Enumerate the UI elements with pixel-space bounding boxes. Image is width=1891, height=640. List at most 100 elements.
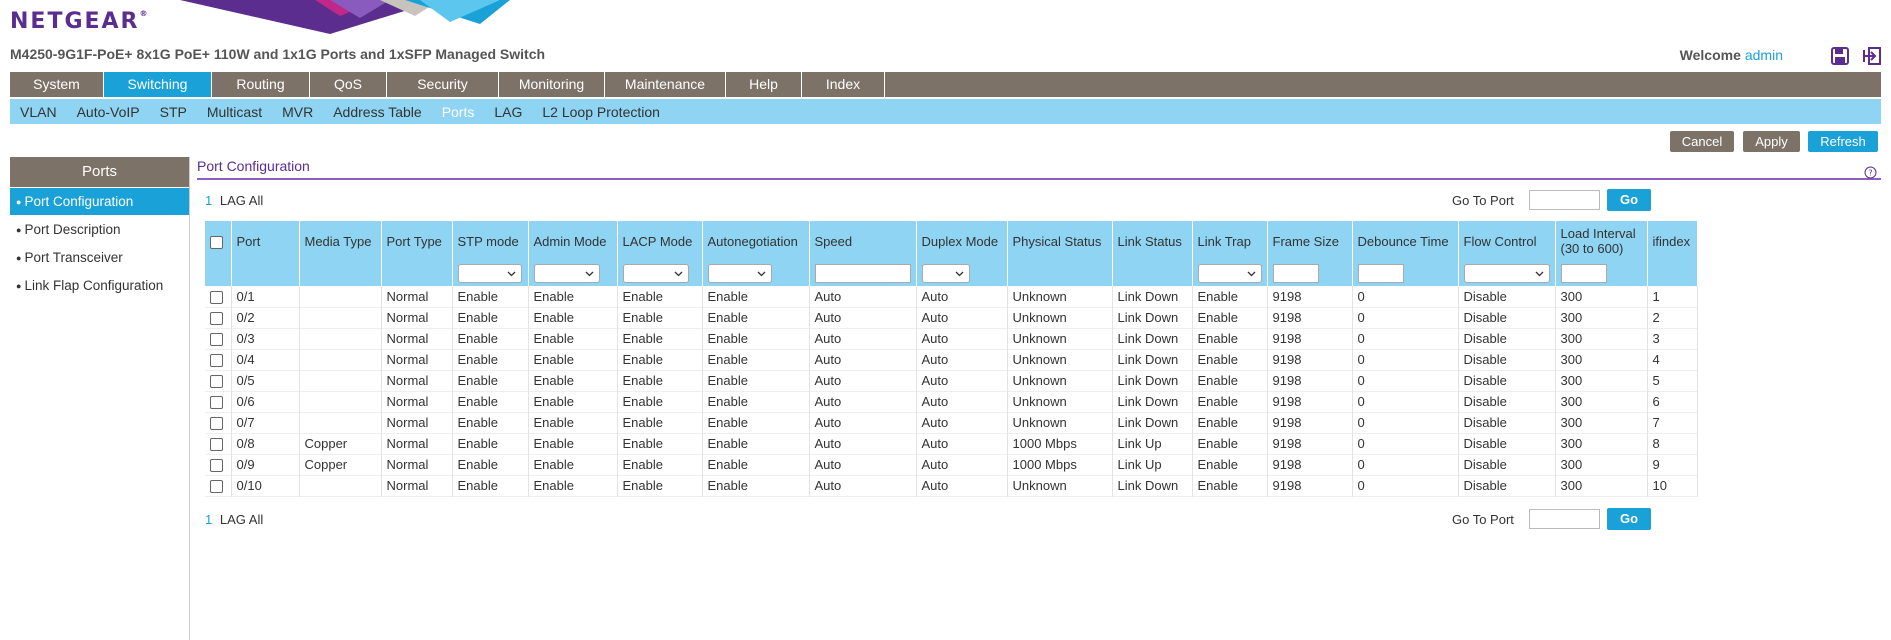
subnav-auto-voip[interactable]: Auto-VoIP [67,104,150,120]
sidebar-item-port-configuration[interactable]: ● Port Configuration [10,188,189,215]
cell-port: 0/9 [231,454,300,475]
table-row: 0/7 Normal Enable Enable Enable Enable Auto Aut… [205,412,1698,433]
cell-speed: Auto [809,391,917,412]
nav-tab-system[interactable]: System [10,72,104,97]
subnav-address-table[interactable]: Address Table [323,104,431,120]
nav-tab-qos[interactable]: QoS [310,72,387,97]
cell-autonegotiation: Enable [702,307,810,328]
nav-tab-switching[interactable]: Switching [104,72,212,97]
go-button[interactable]: Go [1607,189,1651,211]
row-select-checkbox[interactable] [210,480,223,494]
debounce-time-filter-input[interactable] [1357,264,1404,283]
admin-user-link[interactable]: admin [1745,47,1783,63]
go-button-bottom[interactable]: Go [1607,508,1651,530]
cell-link-status: Link Up [1112,433,1193,454]
subnav-stp[interactable]: STP [150,104,197,120]
cell-duplex-mode: Auto [916,475,1008,496]
lag-link[interactable]: LAG [220,193,246,208]
admin-mode-filter-select[interactable] [533,264,600,283]
column-header-stp-mode: STP mode [452,221,529,261]
cell-ifindex: 5 [1647,370,1698,391]
chevron-down-icon [1247,271,1255,277]
row-select-checkbox[interactable] [210,375,223,389]
cell-flow-control: Disable [1458,370,1556,391]
subnav-vlan[interactable]: VLAN [10,104,67,120]
cell-flow-control: Disable [1458,328,1556,349]
cell-port-type: Normal [381,370,453,391]
cell-link-status: Link Down [1112,391,1193,412]
stp-mode-filter-select[interactable] [457,264,522,283]
refresh-button[interactable]: Refresh [1808,131,1878,152]
select-all-checkbox[interactable] [210,235,223,249]
goto-port-input[interactable] [1529,190,1600,210]
sidebar-item-link-flap-configuration[interactable]: ● Link Flap Configuration [10,272,189,299]
subnav-multicast[interactable]: Multicast [197,104,272,120]
row-select-checkbox[interactable] [210,459,223,473]
nav-tab-routing[interactable]: Routing [212,72,310,97]
flow-control-filter-select[interactable] [1463,264,1550,283]
nav-tab-security[interactable]: Security [387,72,499,97]
cell-flow-control: Disable [1458,391,1556,412]
page-link[interactable]: 1 [205,193,212,208]
bullet-icon: ● [16,196,22,207]
goto-port-input-bottom[interactable] [1529,509,1600,529]
cell-link-trap: Enable [1192,454,1268,475]
cell-stp-mode: Enable [452,286,529,307]
cell-load-interval: 300 [1555,391,1648,412]
row-select-checkbox[interactable] [210,333,223,347]
cell-debounce-time: 0 [1352,328,1459,349]
subnav-lag[interactable]: LAG [484,104,532,120]
cell-frame-size: 9198 [1267,433,1353,454]
cell-duplex-mode: Auto [916,307,1008,328]
subnav-l2-loop-protection[interactable]: L2 Loop Protection [532,104,670,120]
banner-graphic [180,0,510,34]
cell-port: 0/5 [231,370,300,391]
row-select-checkbox[interactable] [210,417,223,431]
help-icon[interactable]: ? [1864,166,1877,179]
filter-row [205,261,1698,286]
frame-size-filter-input[interactable] [1272,264,1319,283]
lacp-mode-filter-select[interactable] [622,264,689,283]
chevron-down-icon [955,271,963,277]
section-title: Port Configuration [197,158,310,174]
apply-button[interactable]: Apply [1743,131,1800,152]
table-row: 0/4 Normal Enable Enable Enable Enable Auto Aut… [205,349,1698,370]
sidebar-item-port-transceiver[interactable]: ● Port Transceiver [10,244,189,271]
save-icon[interactable] [1830,46,1850,66]
cell-lacp-mode: Enable [617,391,703,412]
nav-tab-maintenance[interactable]: Maintenance [605,72,726,97]
row-select-checkbox[interactable] [210,312,223,326]
all-link[interactable]: All [249,193,263,208]
lag-link[interactable]: LAG [220,512,246,527]
nav-tab-help[interactable]: Help [726,72,802,97]
row-select-checkbox[interactable] [210,354,223,368]
cell-frame-size: 9198 [1267,475,1353,496]
column-header-autonegotiation: Autonegotiation [702,221,810,261]
row-select-checkbox[interactable] [210,290,223,304]
row-select-checkbox[interactable] [210,396,223,410]
cell-autonegotiation: Enable [702,391,810,412]
column-header-load-interval: Load Interval (30 to 600) [1555,221,1648,261]
cancel-button[interactable]: Cancel [1670,131,1734,152]
load-interval-filter-input[interactable] [1560,264,1607,283]
cell-port-type: Normal [381,286,453,307]
sidebar-item-port-description[interactable]: ● Port Description [10,216,189,243]
chevron-down-icon [585,271,593,277]
autonegotiation-filter-select[interactable] [707,264,772,283]
subnav-mvr[interactable]: MVR [272,104,323,120]
nav-tab-monitoring[interactable]: Monitoring [499,72,605,97]
cell-duplex-mode: Auto [916,412,1008,433]
all-link[interactable]: All [249,512,263,527]
cell-port-type: Normal [381,433,453,454]
logout-icon[interactable] [1862,46,1882,66]
page-link[interactable]: 1 [205,512,212,527]
nav-tab-index[interactable]: Index [802,72,885,97]
duplex-mode-filter-select[interactable] [921,264,970,283]
link-trap-filter-select[interactable] [1197,264,1262,283]
cell-duplex-mode: Auto [916,433,1008,454]
cell-port: 0/7 [231,412,300,433]
speed-filter-input[interactable] [814,264,911,283]
subnav-ports[interactable]: Ports [432,104,485,120]
cell-port: 0/10 [231,475,300,496]
row-select-checkbox[interactable] [210,438,223,452]
